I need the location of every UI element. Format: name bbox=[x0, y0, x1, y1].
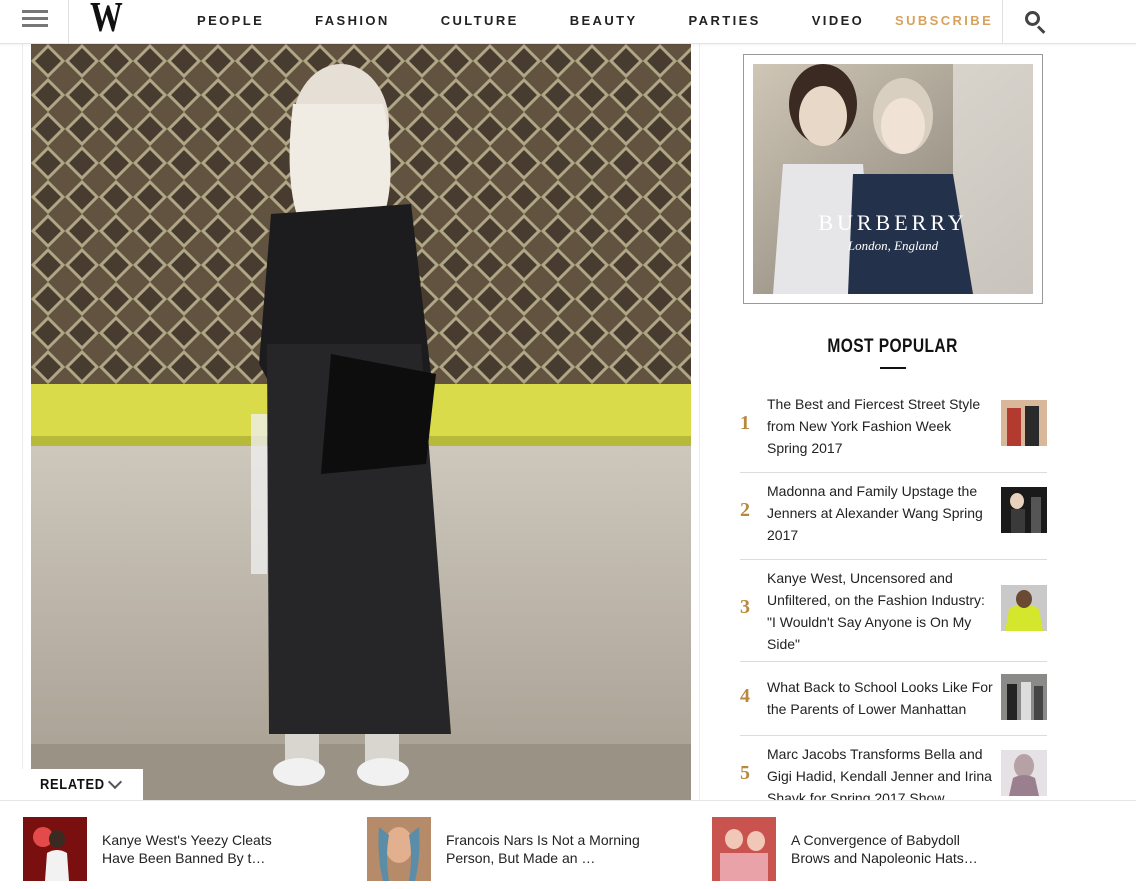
related-card[interactable]: Francois Nars Is Not a Morning Person, B… bbox=[367, 817, 667, 881]
popular-title: The Best and Fiercest Street Style from … bbox=[767, 396, 981, 456]
popular-title: What Back to School Looks Like For the P… bbox=[767, 679, 993, 717]
popular-item[interactable]: 3 Kanye West, Uncensored and Unfiltered,… bbox=[740, 567, 1047, 662]
related-thumbnail bbox=[23, 817, 87, 881]
related-bar: Kanye West's Yeezy Cleats Have Been Bann… bbox=[0, 800, 1136, 889]
popular-title: Kanye West, Uncensored and Unfiltered, o… bbox=[767, 570, 985, 652]
popular-thumbnail bbox=[1001, 400, 1047, 446]
popular-item[interactable]: 2 Madonna and Family Upstage the Jenners… bbox=[740, 480, 1047, 560]
popular-item[interactable]: 4 What Back to School Looks Like For the… bbox=[740, 674, 1047, 736]
nav-link-fashion[interactable]: FASHION bbox=[315, 13, 390, 28]
popular-thumbnail bbox=[1001, 674, 1047, 720]
nav-link-people[interactable]: PEOPLE bbox=[197, 13, 264, 28]
search-icon[interactable] bbox=[1024, 10, 1048, 34]
popular-rank: 3 bbox=[740, 596, 750, 618]
popular-rank: 2 bbox=[740, 499, 750, 521]
article-photo bbox=[31, 44, 691, 800]
related-label: RELATED bbox=[40, 776, 105, 793]
nav-links: PEOPLE FASHION CULTURE BEAUTY PARTIES VI… bbox=[197, 13, 915, 28]
related-title: A Convergence of Babydoll Brows and Napo… bbox=[791, 832, 978, 866]
nav-divider bbox=[1002, 0, 1003, 44]
popular-title: Madonna and Family Upstage the Jenners a… bbox=[767, 483, 983, 543]
nav-link-video[interactable]: VIDEO bbox=[812, 13, 864, 28]
related-toggle[interactable]: RELATED bbox=[22, 769, 143, 800]
burberry-ad[interactable]: BURBERRY London, England bbox=[743, 54, 1043, 304]
ad-tagline: London, England bbox=[847, 238, 939, 253]
nav-link-beauty[interactable]: BEAUTY bbox=[570, 13, 638, 28]
chevron-down-icon bbox=[107, 774, 123, 790]
popular-rank: 1 bbox=[740, 412, 750, 434]
site-logo[interactable]: W bbox=[90, 0, 123, 39]
popular-rank: 4 bbox=[740, 685, 750, 707]
related-thumbnail bbox=[712, 817, 776, 881]
hamburger-icon[interactable] bbox=[22, 10, 48, 30]
related-thumbnail bbox=[367, 817, 431, 881]
subscribe-link[interactable]: SUBSCRIBE bbox=[895, 13, 993, 28]
nav-link-parties[interactable]: PARTIES bbox=[689, 13, 761, 28]
popular-rank: 5 bbox=[740, 762, 750, 784]
related-title: Francois Nars Is Not a Morning Person, B… bbox=[446, 832, 640, 866]
related-title: Kanye West's Yeezy Cleats Have Been Bann… bbox=[102, 832, 272, 866]
related-card[interactable]: A Convergence of Babydoll Brows and Napo… bbox=[712, 817, 1012, 881]
popular-thumbnail bbox=[1001, 750, 1047, 796]
top-nav: W PEOPLE FASHION CULTURE BEAUTY PARTIES … bbox=[0, 0, 1136, 44]
ad-brand: BURBERRY bbox=[818, 210, 967, 235]
popular-thumbnail bbox=[1001, 487, 1047, 533]
popular-item[interactable]: 5 Marc Jacobs Transforms Bella and Gigi … bbox=[740, 743, 1047, 806]
popular-item[interactable]: 1 The Best and Fiercest Street Style fro… bbox=[740, 393, 1047, 473]
popular-thumbnail bbox=[1001, 585, 1047, 631]
nav-link-culture[interactable]: CULTURE bbox=[441, 13, 519, 28]
most-popular-title: MOST POPULAR bbox=[827, 336, 959, 357]
nav-divider bbox=[68, 0, 69, 44]
related-card[interactable]: Kanye West's Yeezy Cleats Have Been Bann… bbox=[23, 817, 323, 881]
title-underline bbox=[880, 367, 906, 369]
